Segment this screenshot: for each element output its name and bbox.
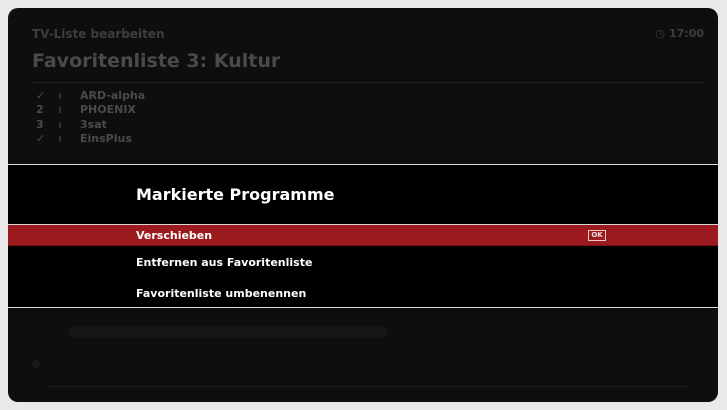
clock-icon: ◷ (655, 27, 666, 40)
breadcrumb: TV-Liste bearbeiten (32, 27, 165, 41)
channel-name: 3sat (80, 117, 107, 131)
tv-screen: TV-Liste bearbeiten ◷ 17:00 Favoritenlis… (8, 8, 718, 402)
channel-pointer-icon: ı (58, 132, 62, 146)
dialog-title: Markierte Programme (136, 185, 335, 204)
menu-item-entfernen[interactable]: Entfernen aus Favoritenliste (8, 251, 718, 273)
channel-pointer-icon: ı (58, 88, 62, 102)
clock: ◷ 17:00 (656, 27, 704, 40)
menu-item-label: Favoritenliste umbenennen (136, 286, 307, 300)
channel-row[interactable]: ✓ ı EinsPlus (32, 132, 145, 147)
channel-name: ARD-alpha (80, 88, 146, 102)
menu-item-verschieben[interactable]: Verschieben OK (8, 224, 718, 246)
channel-pointer-icon: ı (58, 103, 62, 117)
channel-name: PHOENIX (80, 103, 136, 117)
header-divider (32, 82, 704, 83)
dimmed-footer-bullet (32, 360, 40, 368)
channel-marker: ✓ (36, 132, 46, 146)
menu-item-label: Verschieben (136, 228, 213, 242)
channel-row[interactable]: 2 ı PHOENIX (32, 103, 145, 118)
dimmed-footer-text (68, 326, 388, 338)
clock-time: 17:00 (668, 27, 704, 40)
channel-name: EinsPlus (80, 132, 132, 146)
channel-marker: 3 (36, 117, 44, 131)
options-dialog: Markierte Programme Verschieben OK Entfe… (8, 164, 718, 308)
menu-item-label: Entfernen aus Favoritenliste (136, 255, 313, 269)
channel-row[interactable]: ✓ ı ARD-alpha (32, 88, 145, 103)
ok-key-icon: OK (588, 230, 606, 241)
channel-marker: ✓ (36, 88, 46, 102)
page-title: Favoritenliste 3: Kultur (32, 50, 281, 72)
channel-pointer-icon: ı (58, 117, 62, 131)
dimmed-footer-divider (48, 386, 688, 387)
channel-row[interactable]: 3 ı 3sat (32, 117, 145, 132)
channel-list: ✓ ı ARD-alpha 2 ı PHOENIX 3 ı 3sat ✓ ı E… (32, 88, 145, 146)
menu-item-umbenennen[interactable]: Favoritenliste umbenennen (8, 282, 718, 304)
channel-marker: 2 (36, 103, 44, 117)
